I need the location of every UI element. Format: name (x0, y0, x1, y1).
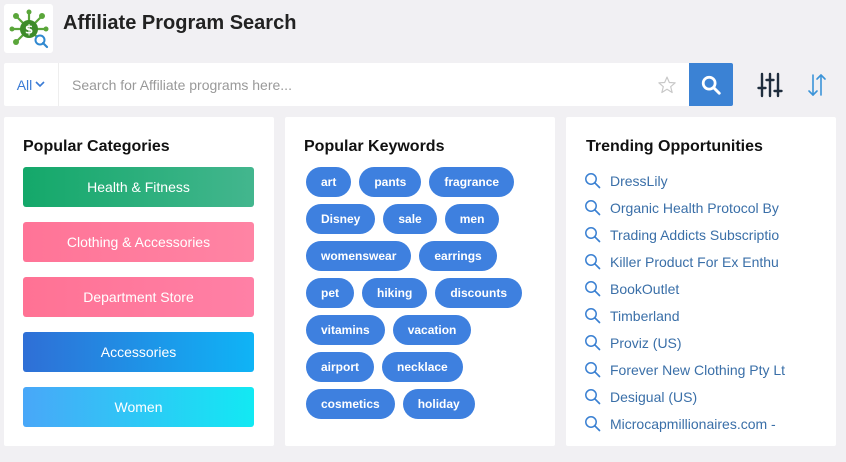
dollar-network-icon: $ (9, 9, 48, 48)
trending-link[interactable]: Killer Product For Ex Enthu (584, 248, 785, 275)
app-logo[interactable]: $ (4, 4, 53, 53)
search-scope-dropdown[interactable]: All (4, 63, 59, 106)
trending-link-label: Microcapmillionaires.com - (610, 415, 776, 432)
trending-link-label: DressLily (610, 172, 668, 189)
trending-title: Trending Opportunities (586, 138, 763, 155)
trending-link-label: Killer Product For Ex Enthu (610, 253, 779, 270)
category-button-health-fitness[interactable]: Health & Fitness (23, 167, 254, 207)
trending-opportunities-card: Trending Opportunities DressLily Organic… (566, 117, 836, 446)
keyword-chip[interactable]: airport (306, 352, 375, 382)
trending-link[interactable]: Desigual (US) (584, 383, 785, 410)
search-icon (585, 173, 601, 189)
trending-link[interactable]: BookOutlet (584, 275, 785, 302)
keyword-chip[interactable]: earrings (419, 241, 497, 271)
filter-button[interactable] (757, 72, 783, 98)
search-icon (585, 416, 601, 432)
keyword-chip[interactable]: pet (306, 278, 354, 308)
categories-title: Popular Categories (23, 138, 170, 155)
category-button-accessories[interactable]: Accessories (23, 332, 254, 372)
search-icon (701, 75, 721, 95)
trending-link[interactable]: Trading Addicts Subscriptio (584, 221, 785, 248)
search-icon (585, 389, 601, 405)
popular-keywords-card: Popular Keywords art pants fragrance Dis… (285, 117, 555, 446)
trending-list: DressLily Organic Health Protocol By Tra… (584, 167, 785, 437)
keyword-chip[interactable]: fragrance (429, 167, 515, 197)
keyword-chip[interactable]: Disney (306, 204, 376, 234)
trending-link[interactable]: Proviz (US) (584, 329, 785, 356)
trending-link-label: Forever New Clothing Pty Lt (610, 361, 786, 378)
trending-link[interactable]: Microcapmillionaires.com - (584, 410, 785, 437)
category-button-department-store[interactable]: Department Store (23, 277, 254, 317)
trending-link[interactable]: Organic Health Protocol By (584, 194, 785, 221)
keyword-chip[interactable]: discounts (435, 278, 523, 308)
favorite-button[interactable] (645, 75, 689, 95)
star-icon (658, 76, 676, 93)
keyword-chip[interactable]: pants (359, 167, 422, 197)
keyword-chip[interactable]: holiday (402, 389, 475, 419)
category-button-women[interactable]: Women (23, 387, 254, 427)
search-icon (585, 335, 601, 351)
search-icon (585, 362, 601, 378)
popular-categories-card: Popular Categories Health & Fitness Clot… (4, 117, 274, 446)
keyword-chips: art pants fragrance Disney sale men wome… (306, 167, 546, 419)
search-scope-label: All (16, 76, 33, 93)
keyword-chip[interactable]: vitamins (306, 315, 385, 345)
chevron-down-icon (35, 81, 45, 88)
trending-link-label: Proviz (US) (610, 334, 682, 351)
sliders-icon (757, 72, 783, 98)
trending-link[interactable]: Forever New Clothing Pty Lt (584, 356, 785, 383)
trending-link-label: Trading Addicts Subscriptio (610, 226, 780, 243)
keyword-chip[interactable]: necklace (382, 352, 463, 382)
keyword-chip[interactable]: vacation (392, 315, 472, 345)
keywords-title: Popular Keywords (304, 138, 445, 155)
keyword-chip[interactable]: sale (383, 204, 437, 234)
search-button[interactable] (689, 63, 733, 106)
search-icon (585, 200, 601, 216)
keyword-chip[interactable]: men (444, 204, 500, 234)
search-icon (585, 227, 601, 243)
trending-link-label: Timberland (610, 307, 680, 324)
search-bar: All (4, 63, 733, 106)
trending-link-label: BookOutlet (610, 280, 680, 297)
search-icon (585, 281, 601, 297)
sort-button[interactable] (806, 72, 828, 98)
search-input[interactable] (59, 63, 645, 106)
keyword-chip[interactable]: cosmetics (306, 389, 395, 419)
trending-link[interactable]: Timberland (584, 302, 785, 329)
category-button-clothing-accessories[interactable]: Clothing & Accessories (23, 222, 254, 262)
keyword-chip[interactable]: hiking (362, 278, 428, 308)
svg-text:$: $ (24, 22, 32, 36)
keyword-chip[interactable]: womenswear (306, 241, 412, 271)
trending-link[interactable]: DressLily (584, 167, 785, 194)
search-icon (585, 254, 601, 270)
sort-arrows-icon (808, 74, 826, 96)
search-icon (585, 308, 601, 324)
trending-link-label: Organic Health Protocol By (610, 199, 779, 216)
keyword-chip[interactable]: art (306, 167, 352, 197)
trending-link-label: Desigual (US) (610, 388, 698, 405)
page-title: Affiliate Program Search (63, 12, 297, 34)
